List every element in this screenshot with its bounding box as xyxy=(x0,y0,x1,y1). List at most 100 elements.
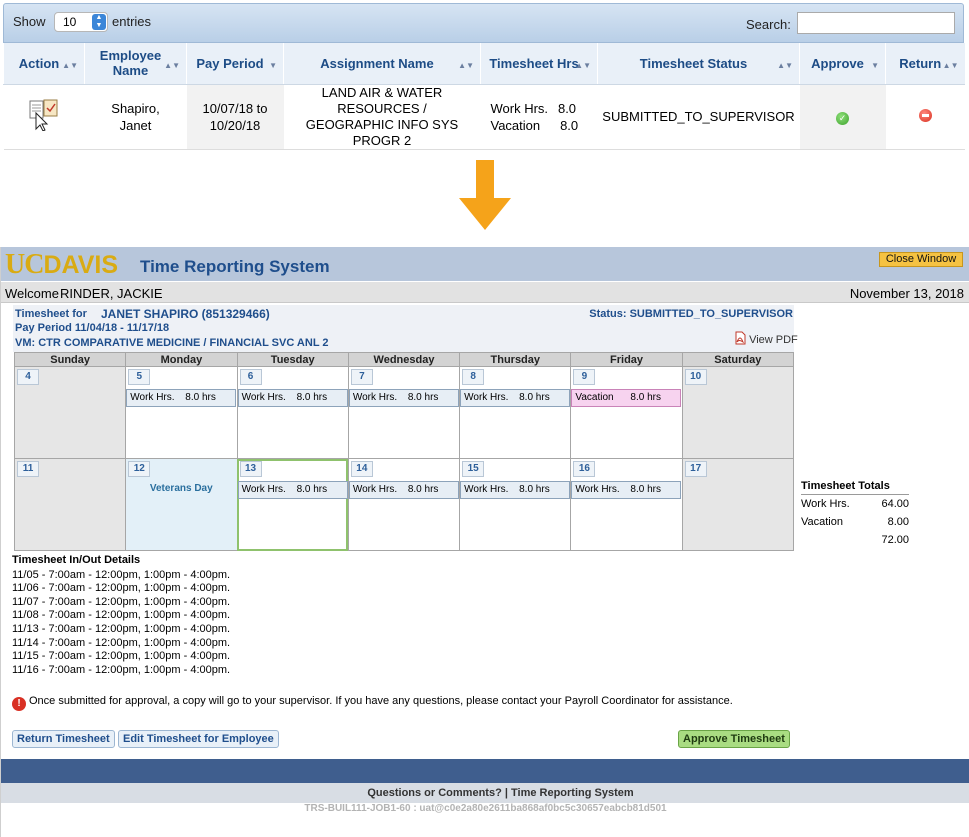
return-cell[interactable] xyxy=(885,84,965,150)
col-header-approve[interactable]: Approve ▼ xyxy=(799,43,886,85)
time-entry[interactable]: Work Hrs. 8.0 hrs xyxy=(348,389,459,407)
day-number[interactable]: 11 xyxy=(17,461,39,477)
current-date: November 13, 2018 xyxy=(849,286,964,301)
inout-line: 11/08 - 7:00am - 12:00pm, 1:00pm - 4:00p… xyxy=(12,609,231,622)
calendar-day[interactable]: 15 Work Hrs. 8.0 hrs xyxy=(459,458,572,551)
assignment-cell: LAND AIR & WATER RESOURCES / GEOGRAPHIC … xyxy=(283,84,481,150)
vacation-entry[interactable]: Vacation 8.0 hrs xyxy=(571,389,682,407)
footer-links[interactable]: Questions or Comments? | Time Reporting … xyxy=(1,783,969,803)
inout-line: 11/07 - 7:00am - 12:00pm, 1:00pm - 4:00p… xyxy=(12,595,231,608)
calendar-day[interactable]: 6 Work Hrs. 8.0 hrs xyxy=(236,366,349,459)
sort-icon: ▲▼ xyxy=(942,61,959,70)
calendar-day[interactable]: 14 Work Hrs. 8.0 hrs xyxy=(347,458,461,551)
sort-icon: ▲▼ xyxy=(458,61,474,70)
day-number[interactable]: 15 xyxy=(462,461,485,477)
day-number[interactable]: 4 xyxy=(17,369,39,385)
entries-length-select[interactable]: 10 ▲ ▼ xyxy=(54,12,108,32)
sort-desc-icon: ▼ xyxy=(269,61,277,70)
col-header-action[interactable]: Action ▲▼ xyxy=(3,43,85,85)
timesheet-calendar: Sunday Monday Tuesday Wednesday Thursday… xyxy=(13,352,795,551)
show-label: Show xyxy=(13,14,46,29)
day-number[interactable]: 13 xyxy=(239,461,262,477)
approve-timesheet-button[interactable]: Approve Timesheet xyxy=(678,730,790,748)
day-header: Monday xyxy=(125,352,238,367)
day-header: Tuesday xyxy=(236,352,349,367)
calendar-day[interactable]: 9 Vacation 8.0 hrs xyxy=(570,366,683,459)
calendar-day[interactable]: 16 Work Hrs. 8.0 hrs xyxy=(570,458,683,551)
day-header: Friday xyxy=(570,352,683,367)
timesheet-totals: Timesheet Totals Work Hrs. 64.00 Vacation… xyxy=(801,480,909,549)
time-entry[interactable]: Work Hrs. 8.0 hrs xyxy=(460,481,571,499)
calendar-day[interactable]: 7 Work Hrs. 8.0 hrs xyxy=(347,366,461,459)
col-header-employee-name[interactable]: Employee Name ▲▼ xyxy=(84,43,187,85)
edit-timesheet-button[interactable]: Edit Timesheet for Employee xyxy=(118,730,279,748)
calendar-day[interactable]: 8 Work Hrs. 8.0 hrs xyxy=(459,366,572,459)
col-header-timesheet-status[interactable]: Timesheet Status ▲▼ xyxy=(597,43,800,85)
inout-line: 11/14 - 7:00am - 12:00pm, 1:00pm - 4:00p… xyxy=(12,636,231,649)
col-header-return[interactable]: Return ▲▼ xyxy=(885,43,965,85)
calendar-day[interactable]: 5 Work Hrs. 8.0 hrs xyxy=(125,366,238,459)
timesheet-list-panel: Show 10 ▲ ▼ entries Search: Action ▲▼ Empl… xyxy=(3,3,965,150)
time-entry[interactable]: Work Hrs. 8.0 hrs xyxy=(126,389,237,407)
day-number[interactable]: 7 xyxy=(350,369,373,385)
approve-check-icon[interactable]: ✓ xyxy=(836,111,849,125)
sort-icon: ▲▼ xyxy=(62,61,78,70)
inout-line: 11/06 - 7:00am - 12:00pm, 1:00pm - 4:00p… xyxy=(12,582,231,595)
view-pdf-link[interactable]: View PDF xyxy=(734,331,798,346)
app-title: Time Reporting System xyxy=(140,257,330,276)
day-number[interactable]: 5 xyxy=(128,369,151,385)
time-entry[interactable]: Work Hrs. 8.0 hrs xyxy=(348,481,459,499)
day-number[interactable]: 14 xyxy=(350,461,373,477)
calendar-day-holiday: 12 Veterans Day xyxy=(125,458,238,551)
inout-details: Timesheet In/Out Details 11/05 - 7:00am … xyxy=(12,554,230,677)
calendar-day-headers: Sunday Monday Tuesday Wednesday Thursday… xyxy=(13,352,795,367)
table-header-row: Action ▲▼ Employee Name ▲▼ Pay Period ▼ Ass… xyxy=(3,43,965,85)
action-cell[interactable] xyxy=(3,84,85,150)
trs-header: UCDAVIS Time Reporting System Close Wind… xyxy=(1,247,969,281)
holiday-label: Veterans Day xyxy=(149,483,213,494)
calendar-week: 11 12 Veterans Day 13 Work Hrs. 8.0 hrs 14 W… xyxy=(13,458,795,551)
time-reporting-window: UCDAVIS Time Reporting System Close Wind… xyxy=(0,247,969,837)
timesheet-info: Timesheet for JANET SHAPIRO (851329466) … xyxy=(13,305,794,352)
time-entry[interactable]: Work Hrs. 8.0 hrs xyxy=(460,389,571,407)
col-header-timesheet-hrs[interactable]: Timesheet Hrs ▲▼ xyxy=(480,43,598,85)
select-arrows-icon: ▲ ▼ xyxy=(92,14,106,30)
hours-row: Vacation 8.0 xyxy=(490,117,579,133)
day-header: Thursday xyxy=(459,352,572,367)
employee-name-cell: Shapiro, Janet xyxy=(84,84,187,150)
time-entry[interactable]: Work Hrs. 8.0 hrs xyxy=(237,389,348,407)
day-number[interactable]: 17 xyxy=(684,461,707,477)
day-number[interactable]: 16 xyxy=(573,461,596,477)
return-timesheet-button[interactable]: Return Timesheet xyxy=(12,730,115,748)
calendar-day: 11 xyxy=(13,458,127,551)
pdf-icon xyxy=(735,331,746,345)
col-header-pay-period[interactable]: Pay Period ▼ xyxy=(186,43,284,85)
day-number[interactable]: 6 xyxy=(239,369,262,385)
time-entry[interactable]: Work Hrs. 8.0 hrs xyxy=(237,481,348,499)
entries-length-value: 10 xyxy=(63,15,77,29)
totals-grand-total: 72.00 xyxy=(881,534,909,546)
day-number[interactable]: 8 xyxy=(462,369,485,385)
time-entry[interactable]: Work Hrs. 8.0 hrs xyxy=(571,481,682,499)
day-header: Sunday xyxy=(13,352,127,367)
timesheet-hrs-cell: Work Hrs. 8.0 Vacation 8.0 xyxy=(480,84,598,150)
footer-band xyxy=(1,759,969,783)
day-number[interactable]: 12 xyxy=(128,461,151,477)
approve-cell[interactable]: ✓ xyxy=(799,84,886,150)
return-minus-icon[interactable] xyxy=(918,108,932,122)
close-window-button[interactable]: Close Window xyxy=(879,252,963,267)
welcome-bar: Welcome RINDER, JACKIE November 13, 2018 xyxy=(1,281,969,303)
notice-text: Once submitted for approval, a copy will… xyxy=(29,695,733,707)
calendar-day: 4 xyxy=(13,366,127,459)
view-timesheet-icon[interactable] xyxy=(26,99,62,132)
submission-notice: ! Once submitted for approval, a copy wil… xyxy=(12,695,733,711)
calendar-day-today[interactable]: 13 Work Hrs. 8.0 hrs xyxy=(236,458,349,551)
col-header-assignment-name[interactable]: Assignment Name ▲▼ xyxy=(283,43,481,85)
entries-label: entries xyxy=(112,14,152,29)
search-input[interactable] xyxy=(797,12,955,34)
sort-icon: ▲▼ xyxy=(164,61,180,70)
inout-title: Timesheet In/Out Details xyxy=(12,554,141,566)
day-number[interactable]: 10 xyxy=(684,369,707,385)
day-number[interactable]: 9 xyxy=(573,369,596,385)
table-row: Shapiro, Janet 10/07/18 to 10/20/18 LAND… xyxy=(3,84,965,150)
